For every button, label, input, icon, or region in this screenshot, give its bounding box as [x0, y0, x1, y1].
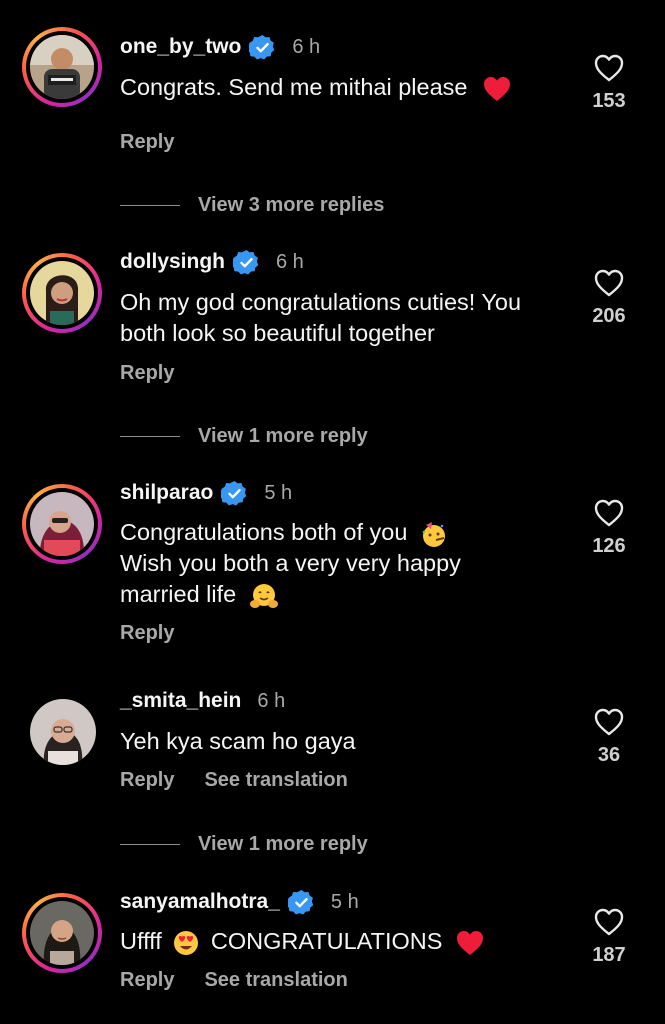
avatar: [30, 261, 94, 325]
verified-badge-icon: [233, 249, 260, 276]
username[interactable]: sanyamalhotra_: [120, 890, 280, 914]
verified-badge-icon: [221, 480, 248, 507]
divider-line: [120, 436, 180, 437]
partying-face-emoji-icon: [422, 521, 445, 547]
comment-text: Oh my god congratulations cuties! You bo…: [120, 289, 522, 346]
comment-text: Yeh kya scam ho gaya: [120, 728, 356, 754]
avatar[interactable]: [30, 699, 96, 765]
username[interactable]: _smita_hein: [120, 689, 241, 713]
like-heart-icon[interactable]: [594, 708, 624, 736]
reply-button[interactable]: Reply: [120, 769, 174, 792]
see-translation-button[interactable]: See translation: [204, 769, 347, 792]
reply-button[interactable]: Reply: [120, 131, 174, 154]
avatar-story-ring[interactable]: [22, 484, 102, 564]
like-heart-icon[interactable]: [594, 499, 624, 527]
avatar-story-ring[interactable]: [22, 253, 102, 333]
timestamp: 6 h: [292, 35, 321, 58]
avatar-story-ring[interactable]: [22, 893, 102, 973]
reply-button[interactable]: Reply: [120, 969, 174, 992]
avatar-story-ring[interactable]: [22, 27, 102, 107]
comment-text: Uffff CONGRATULATIONS: [120, 926, 580, 957]
verified-badge-icon: [288, 889, 315, 916]
reply-button[interactable]: Reply: [120, 622, 174, 645]
view-more-replies-button[interactable]: View 3 more replies: [120, 194, 384, 217]
heart-emoji-icon: [482, 75, 512, 103]
divider-line: [120, 844, 180, 845]
comment-text: Congrats. Send me mithai please: [120, 72, 580, 103]
like-heart-icon[interactable]: [594, 54, 624, 82]
reply-button[interactable]: Reply: [120, 362, 174, 385]
heart-eyes-emoji-icon: [174, 930, 199, 955]
comment-text: Congratulations both of you Wish you bot…: [120, 517, 580, 610]
like-count: 36: [597, 744, 621, 766]
like-count: 126: [592, 535, 626, 557]
verified-badge-icon: [249, 34, 276, 61]
like-count: 187: [592, 944, 626, 966]
divider-line: [120, 205, 180, 206]
avatar: [30, 492, 94, 556]
hugging-face-emoji-icon: [249, 583, 278, 608]
like-heart-icon[interactable]: [594, 908, 624, 936]
see-translation-button[interactable]: See translation: [204, 969, 347, 992]
view-more-replies-button[interactable]: View 1 more reply: [120, 425, 368, 448]
username[interactable]: dollysingh: [120, 250, 225, 274]
avatar: [30, 901, 94, 965]
username[interactable]: one_by_two: [120, 35, 241, 59]
timestamp: 6 h: [257, 689, 286, 712]
heart-emoji-icon: [455, 929, 485, 957]
avatar: [30, 35, 94, 99]
view-more-replies-button[interactable]: View 1 more reply: [120, 833, 368, 856]
timestamp: 5 h: [264, 481, 293, 504]
username[interactable]: shilparao: [120, 481, 213, 505]
timestamp: 6 h: [276, 250, 304, 273]
like-count: 153: [592, 90, 626, 112]
like-count: 206: [592, 305, 626, 327]
timestamp: 5 h: [330, 890, 359, 913]
like-heart-icon[interactable]: [594, 269, 624, 297]
